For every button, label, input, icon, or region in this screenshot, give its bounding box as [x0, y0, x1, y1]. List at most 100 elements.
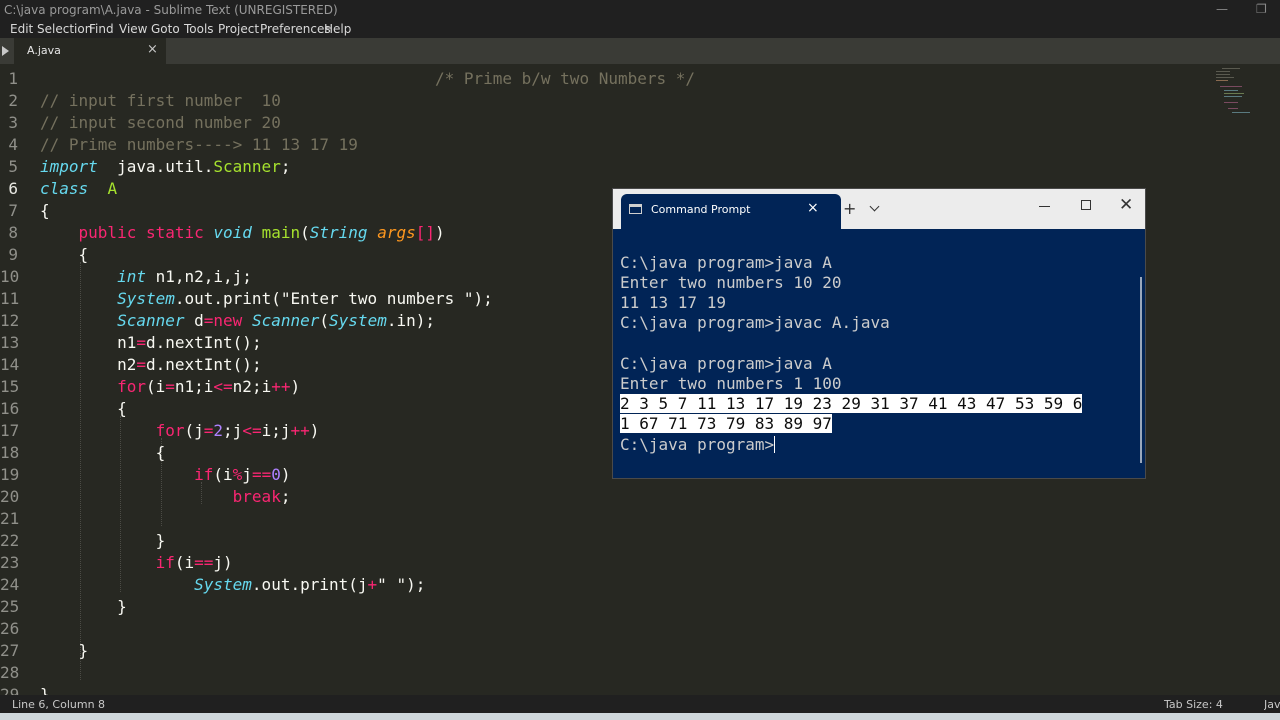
- code-line[interactable]: // Prime numbers----> 11 13 17 19: [40, 134, 358, 156]
- menu-preferences[interactable]: Preferences: [260, 22, 331, 36]
- code-line[interactable]: break;: [40, 486, 291, 508]
- tab-bar: A.java ×: [0, 38, 1280, 64]
- code-token: ;: [280, 487, 291, 506]
- code-token: args: [377, 223, 416, 242]
- menu-edit[interactable]: Edit: [10, 22, 33, 36]
- terminal-scrollbar[interactable]: [1140, 277, 1142, 463]
- menu-find[interactable]: Find: [89, 22, 114, 36]
- line-number: 4: [8, 135, 18, 154]
- restore-icon[interactable]: ❐: [1256, 2, 1267, 16]
- code-token: =: [165, 377, 175, 396]
- code-line[interactable]: {: [40, 200, 50, 222]
- code-line[interactable]: import java.util.Scanner;: [40, 156, 290, 178]
- code-token: (: [271, 289, 281, 308]
- code-line[interactable]: for(j=2;j<=i;j++): [40, 420, 320, 442]
- minimize-icon[interactable]: [1039, 206, 1050, 207]
- code-token: A: [107, 179, 118, 198]
- line-number: 22: [0, 531, 20, 550]
- line-number: 29: [0, 685, 20, 695]
- cursor-position[interactable]: Line 6, Column 8: [12, 698, 105, 711]
- terminal-tab-close-icon[interactable]: ×: [807, 200, 819, 216]
- code-token: ;j: [223, 421, 243, 440]
- close-icon[interactable]: ✕: [1119, 195, 1133, 215]
- code-token: ;: [280, 157, 291, 176]
- code-line[interactable]: {: [40, 398, 127, 420]
- terminal-line: C:\java program>javac A.java: [620, 313, 890, 332]
- line-number: 11: [0, 289, 20, 308]
- menu-goto[interactable]: Goto: [151, 22, 180, 36]
- code-line[interactable]: }: [40, 530, 166, 552]
- code-line[interactable]: }: [40, 684, 50, 695]
- code-line[interactable]: Scanner d=new Scanner(System.in);: [40, 310, 435, 332]
- menu-tools[interactable]: Tools: [184, 22, 214, 36]
- terminal-line: C:\java program>java A: [620, 354, 832, 373]
- code-line[interactable]: // input second number 20: [40, 112, 281, 134]
- menu-project[interactable]: Project: [218, 22, 259, 36]
- code-line[interactable]: {: [40, 442, 166, 464]
- menu-help[interactable]: Help: [324, 22, 351, 36]
- code-line[interactable]: public static void main(String args[]): [40, 222, 445, 244]
- terminal-selected-line[interactable]: 1 67 71 73 79 83 89 97: [620, 414, 832, 434]
- line-number: 14: [0, 355, 20, 374]
- code-line[interactable]: {: [40, 244, 89, 266]
- code-line[interactable]: n1=d.nextInt();: [40, 332, 262, 354]
- line-number: 7: [8, 201, 18, 220]
- code-token: =: [136, 355, 146, 374]
- syntax-mode[interactable]: Java: [1264, 698, 1280, 711]
- terminal-tab[interactable]: Command Prompt ×: [621, 194, 841, 229]
- tab-size[interactable]: Tab Size: 4: [1164, 698, 1223, 711]
- tab-close-icon[interactable]: ×: [147, 42, 158, 57]
- maximize-icon[interactable]: [1081, 200, 1091, 210]
- code-token: .out.: [251, 575, 301, 594]
- code-line[interactable]: class A: [40, 178, 117, 200]
- new-tab-icon[interactable]: +: [843, 199, 856, 218]
- tab-a-java[interactable]: A.java ×: [14, 38, 166, 64]
- line-number: 3: [8, 113, 18, 132]
- minimize-icon[interactable]: —: [1216, 2, 1228, 16]
- code-token: 2: [213, 421, 224, 440]
- line-number: 1: [8, 69, 18, 88]
- code-token: String: [309, 223, 368, 242]
- status-bar: Line 6, Column 8 Tab Size: 4 Java: [0, 695, 1280, 713]
- code-line[interactable]: for(i=n1;i<=n2;i++): [40, 376, 300, 398]
- code-line[interactable]: int n1,n2,i,j;: [40, 266, 252, 288]
- terminal-selected-line[interactable]: 2 3 5 7 11 13 17 19 23 29 31 37 41 43 47…: [620, 394, 1083, 414]
- code-token: ();: [232, 333, 262, 352]
- line-number: 17: [0, 421, 20, 440]
- code-line[interactable]: if(i==j): [40, 552, 233, 574]
- code-line[interactable]: }: [40, 640, 89, 662]
- code-line[interactable]: System.out.print("Enter two numbers ");: [40, 288, 493, 310]
- code-token: static: [145, 223, 204, 242]
- code-line[interactable]: System.out.print(j+" ");: [40, 574, 425, 596]
- code-line[interactable]: }: [40, 596, 127, 618]
- code-token: break: [232, 487, 281, 506]
- line-number: 5: [8, 157, 18, 176]
- code-line[interactable]: n2=d.nextInt();: [40, 354, 262, 376]
- chevron-down-icon[interactable]: [869, 201, 880, 212]
- sidebar-toggle-icon[interactable]: [2, 46, 9, 56]
- terminal-prompt-line[interactable]: C:\java program>: [620, 435, 776, 455]
- code-line[interactable]: if(i%j==0): [40, 464, 290, 486]
- code-token: []: [415, 223, 435, 242]
- code-token: i;j: [261, 421, 291, 440]
- menu-selection[interactable]: Selection: [37, 22, 92, 36]
- command-prompt-window[interactable]: Command Prompt × + ✕ C:\java program>jav…: [612, 188, 1146, 479]
- line-number: 13: [0, 333, 20, 352]
- line-number: 15: [0, 377, 20, 396]
- menu-view[interactable]: View: [119, 22, 147, 36]
- code-token: ): [434, 223, 445, 242]
- minimap[interactable]: [1216, 66, 1256, 116]
- selected-output: 1 67 71 73 79 83 89 97: [620, 414, 832, 433]
- code-token: +: [367, 575, 378, 594]
- code-line[interactable]: // input first number 10: [40, 90, 281, 112]
- code-line[interactable]: /* Prime b/w two Numbers */: [40, 68, 695, 90]
- code-token: j: [242, 465, 252, 484]
- code-token: print: [223, 289, 272, 308]
